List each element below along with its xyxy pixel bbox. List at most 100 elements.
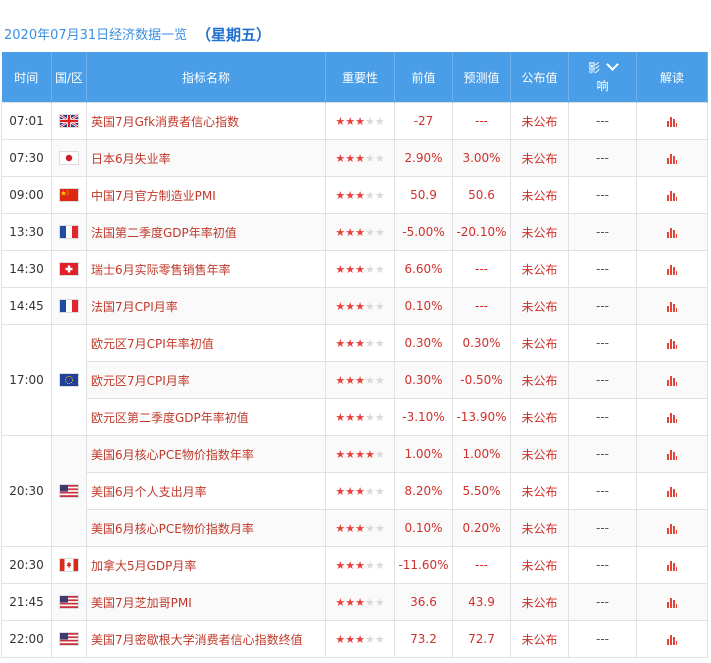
- country-cell: [51, 620, 87, 658]
- importance-cell: ★★★★★: [325, 509, 395, 547]
- indicator-name-link[interactable]: 加拿大5月GDP月率: [86, 546, 326, 584]
- table-row: 09:00 中国7月官方制造业PMI ★★★★★ 50.9 50.6 未公布 ---: [1, 176, 708, 214]
- impact-value: ---: [568, 435, 637, 473]
- star-icon: ★: [335, 522, 346, 535]
- star-icon: ★: [355, 226, 365, 239]
- indicator-name-link[interactable]: 瑞士6月实际零售销售年率: [86, 250, 326, 288]
- analysis-cell[interactable]: [636, 398, 708, 436]
- table-row: 07:30 日本6月失业率 ★★★★★ 2.90% 3.00% 未公布 ---: [1, 139, 708, 177]
- star-icon: ★: [374, 374, 385, 387]
- analysis-cell[interactable]: [636, 287, 708, 325]
- star-icon: ★: [374, 448, 385, 461]
- published-value: 未公布: [510, 546, 569, 584]
- analysis-cell[interactable]: [636, 583, 708, 621]
- star-icon: ★: [355, 374, 365, 387]
- table-row: 美国6月核心PCE物价指数月率 ★★★★★ 0.10% 0.20% 未公布 ---: [1, 509, 708, 547]
- bar-chart-icon[interactable]: [667, 523, 677, 534]
- analysis-cell[interactable]: [636, 546, 708, 584]
- bar-chart-icon[interactable]: [667, 375, 677, 386]
- analysis-cell[interactable]: [636, 176, 708, 214]
- indicator-name-link[interactable]: 英国7月Gfk消费者信心指数: [86, 102, 326, 140]
- bar-chart-icon[interactable]: [667, 190, 677, 201]
- bar-chart-icon[interactable]: [667, 264, 677, 275]
- forecast-value: -20.10%: [452, 213, 511, 251]
- time-cell: 21:45: [1, 583, 52, 621]
- table-row: 20:30 美国6月核心PCE物价指数年率 ★★★★★ 1.00% 1.00% 未公布 --…: [1, 435, 708, 547]
- impact-value: ---: [568, 472, 637, 510]
- time-cell: 13:30: [1, 213, 52, 251]
- bar-chart-icon[interactable]: [667, 412, 677, 423]
- impact-label-bottom: 响: [596, 79, 609, 93]
- analysis-cell[interactable]: [636, 509, 708, 547]
- indicator-name-link[interactable]: 法国第二季度GDP年率初值: [86, 213, 326, 251]
- star-icon: ★: [355, 411, 365, 424]
- analysis-cell[interactable]: [636, 213, 708, 251]
- bar-chart-icon[interactable]: [667, 486, 677, 497]
- analysis-cell[interactable]: [636, 361, 708, 399]
- star-icon: ★: [335, 485, 346, 498]
- star-icon: ★: [364, 485, 375, 498]
- star-icon: ★: [345, 263, 356, 276]
- japan-flag-icon: [59, 151, 79, 166]
- star-icon: ★: [374, 485, 385, 498]
- time-cell: 07:01: [1, 102, 52, 140]
- star-icon: ★: [335, 152, 346, 165]
- indicator-name-link[interactable]: 美国7月芝加哥PMI: [86, 583, 326, 621]
- star-icon: ★: [374, 115, 385, 128]
- previous-value: 36.6: [394, 583, 453, 621]
- col-forecast: 预测值: [452, 52, 511, 103]
- time-cell: 22:00: [1, 620, 52, 658]
- indicator-name-link[interactable]: 日本6月失业率: [86, 139, 326, 177]
- col-country: 国/区: [51, 52, 87, 103]
- analysis-cell[interactable]: [636, 324, 708, 362]
- indicator-name-link[interactable]: 美国6月个人支出月率: [86, 472, 326, 510]
- analysis-cell[interactable]: [636, 139, 708, 177]
- bar-chart-icon[interactable]: [667, 227, 677, 238]
- star-icon: ★: [364, 226, 375, 239]
- analysis-cell[interactable]: [636, 250, 708, 288]
- col-indicator: 指标名称: [86, 52, 326, 103]
- bar-chart-icon[interactable]: [667, 449, 677, 460]
- impact-value: ---: [568, 213, 637, 251]
- previous-value: 1.00%: [394, 435, 453, 473]
- indicator-name-link[interactable]: 欧元区7月CPI年率初值: [86, 324, 326, 362]
- bar-chart-icon[interactable]: [667, 560, 677, 571]
- star-icon: ★: [355, 596, 365, 609]
- star-icon: ★: [374, 596, 385, 609]
- bar-chart-icon[interactable]: [667, 597, 677, 608]
- time-cell: 07:30: [1, 139, 52, 177]
- bar-chart-icon[interactable]: [667, 116, 677, 127]
- table-row: 13:30 法国第二季度GDP年率初值 ★★★★★ -5.00% -20.10% 未公布 -…: [1, 213, 708, 251]
- chevron-down-icon[interactable]: [606, 58, 619, 71]
- indicator-name-link[interactable]: 法国7月CPI月率: [86, 287, 326, 325]
- star-icon: ★: [364, 263, 375, 276]
- star-icon: ★: [374, 263, 385, 276]
- star-icon: ★: [345, 152, 356, 165]
- previous-value: 50.9: [394, 176, 453, 214]
- indicator-name-link[interactable]: 欧元区7月CPI月率: [86, 361, 326, 399]
- star-icon: ★: [335, 115, 346, 128]
- star-icon: ★: [374, 152, 385, 165]
- indicator-name-link[interactable]: 美国7月密歇根大学消费者信心指数终值: [86, 620, 326, 658]
- analysis-cell[interactable]: [636, 472, 708, 510]
- bar-chart-icon[interactable]: [667, 153, 677, 164]
- bar-chart-icon[interactable]: [667, 634, 677, 645]
- bar-chart-icon[interactable]: [667, 338, 677, 349]
- star-icon: ★: [345, 374, 356, 387]
- indicator-name-link[interactable]: 美国6月核心PCE物价指数月率: [86, 509, 326, 547]
- col-impact[interactable]: 影 响: [568, 52, 637, 103]
- previous-value: 73.2: [394, 620, 453, 658]
- analysis-cell[interactable]: [636, 435, 708, 473]
- indicator-name-link[interactable]: 中国7月官方制造业PMI: [86, 176, 326, 214]
- bar-chart-icon[interactable]: [667, 301, 677, 312]
- analysis-cell[interactable]: [636, 620, 708, 658]
- table-row: 20:30 加拿大5月GDP月率 ★★★★★ -11.60% --- 未公布 ---: [1, 546, 708, 584]
- analysis-cell[interactable]: [636, 102, 708, 140]
- star-icon: ★: [355, 337, 365, 350]
- indicator-name-link[interactable]: 欧元区第二季度GDP年率初值: [86, 398, 326, 436]
- star-icon: ★: [335, 411, 346, 424]
- uk-flag-icon: [59, 114, 79, 129]
- country-cell: [51, 213, 87, 251]
- impact-value: ---: [568, 102, 637, 140]
- indicator-name-link[interactable]: 美国6月核心PCE物价指数年率: [86, 435, 326, 473]
